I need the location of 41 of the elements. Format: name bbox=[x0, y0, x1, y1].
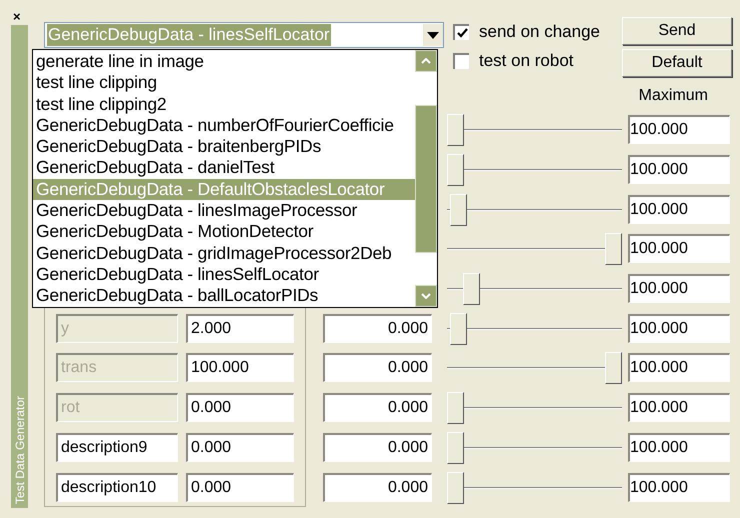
checkbox[interactable] bbox=[453, 53, 469, 69]
maximum-field[interactable]: 100.000 bbox=[628, 472, 730, 502]
maximum-field[interactable]: 100.000 bbox=[628, 432, 730, 462]
list-item[interactable]: test line clipping bbox=[33, 72, 415, 94]
value-field[interactable]: 0.000 bbox=[186, 432, 294, 462]
description-field[interactable]: description10 bbox=[56, 472, 178, 502]
default-button[interactable]: Default bbox=[622, 49, 732, 77]
list-item[interactable]: GenericDebugData - ballLocatorPIDs bbox=[33, 285, 415, 307]
list-item[interactable]: test line clipping2 bbox=[33, 94, 415, 115]
list-item[interactable]: GenericDebugData - gridImageProcessor2Deb bbox=[33, 242, 415, 264]
slider-thumb[interactable] bbox=[447, 432, 464, 464]
maximum-field[interactable]: 100.000 bbox=[628, 115, 730, 144]
list-item[interactable]: generate line in image bbox=[33, 51, 415, 72]
list-item[interactable]: GenericDebugData - linesSelfLocator bbox=[33, 264, 415, 286]
value-field[interactable]: 0.000 bbox=[186, 472, 294, 502]
list-item[interactable]: GenericDebugData - linesImageProcessor bbox=[33, 200, 415, 222]
scrollbar-thumb[interactable] bbox=[415, 105, 437, 253]
checkbox-label: test on robot bbox=[479, 51, 574, 71]
column-header: Maximum bbox=[638, 87, 708, 106]
close-button[interactable]: × bbox=[11, 10, 25, 23]
scroll-down-button[interactable] bbox=[415, 285, 437, 307]
send-button[interactable]: Send bbox=[622, 17, 732, 45]
slider-thumb[interactable] bbox=[462, 273, 480, 306]
checkbox-label: send on change bbox=[479, 22, 600, 42]
list-item[interactable]: GenericDebugData - braitenbergPIDs bbox=[33, 136, 415, 158]
maximum-field[interactable]: 100.000 bbox=[628, 234, 730, 264]
maximum-field[interactable]: 100.000 bbox=[628, 274, 730, 304]
slider-thumb[interactable] bbox=[447, 114, 464, 146]
slider-thumb[interactable] bbox=[605, 233, 622, 266]
list-item[interactable]: GenericDebugData - numberOfFourierCoefficie bbox=[33, 114, 415, 136]
slider-thumb[interactable] bbox=[447, 154, 464, 186]
slider-thumb[interactable] bbox=[450, 194, 468, 226]
slider-thumb[interactable] bbox=[447, 472, 464, 504]
minimum-field[interactable]: 0.000 bbox=[323, 432, 432, 462]
list-item[interactable]: GenericDebugData - MotionDetector bbox=[33, 221, 415, 243]
description-field[interactable]: description9 bbox=[56, 432, 178, 462]
list-item[interactable]: GenericDebugData - danielTest bbox=[33, 157, 415, 179]
maximum-field[interactable]: 100.000 bbox=[628, 155, 730, 184]
minimum-field[interactable]: 0.000 bbox=[323, 472, 432, 502]
maximum-field[interactable]: 100.000 bbox=[628, 194, 730, 224]
checkbox[interactable] bbox=[453, 24, 469, 40]
